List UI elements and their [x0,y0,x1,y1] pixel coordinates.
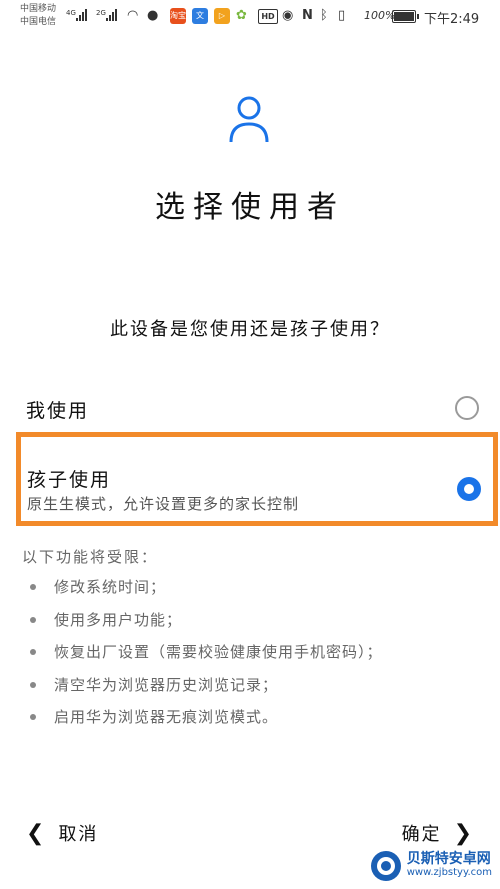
watermark-name: 贝斯特安卓网 [406,851,491,867]
taobao-app-icon: 淘宝 [170,8,186,24]
wechat-icon: ● [147,8,159,23]
carrier-1: 中国移动 [20,4,57,14]
list-item: 清空华为浏览器历史浏览记录； [28,674,383,707]
watermark-logo-icon [370,851,401,881]
option-me-radio[interactable] [455,396,479,420]
eye-icon: ◉ [282,8,294,23]
network-type-1: 4G [66,9,76,17]
signal-icon-2 [106,9,117,21]
list-item: 启用华为浏览器无痕浏览模式。 [28,706,383,739]
restrictions-list: 修改系统时间； 使用多用户功能； 恢复出厂设置（需要校验健康使用手机密码）； 清… [28,576,383,739]
wen-app-icon: 文 [192,8,208,24]
option-me[interactable]: 我使用 [18,390,500,430]
play-app-icon: ▷ [214,8,230,24]
hd-icon: HD [258,9,278,24]
user-icon [229,96,269,143]
option-child-label: 孩子使用 [27,469,112,491]
vibrate-icon: ▯ [338,8,346,23]
chevron-left-icon: ❮ [26,820,47,846]
wifi-icon: ◠ [127,8,139,23]
cancel-label: 取消 [58,824,99,845]
list-item: 恢复出厂设置（需要校验健康使用手机密码）； [28,641,383,674]
page-title: 选择使用者 [155,190,345,225]
question-text: 此设备是您使用还是孩子使用？ [110,319,390,340]
status-bar: 中国移动 中国电信 4G 2G ◠ ● 淘宝 文 ▷ ✿ HD ◉ N ᛒ ▯ … [0,0,500,34]
android-icon: ✿ [236,8,247,23]
battery-percent: 100% [364,9,396,22]
nfc-icon: N [302,8,313,23]
confirm-label: 确定 [401,824,442,845]
chevron-right-icon: ❯ [453,820,474,846]
option-child-description: 原生生模式，允许设置更多的家长控制 [27,495,300,513]
list-item: 使用多用户功能； [28,609,383,642]
battery-fill [394,12,414,21]
cancel-button[interactable]: ❮ 取消 [26,818,98,848]
watermark: 贝斯特安卓网 www.zjbstyy.com [369,849,492,883]
battery-icon [392,10,419,23]
carrier-2: 中国电信 [20,17,57,27]
option-child[interactable]: 孩子使用 原生生模式，允许设置更多的家长控制 [16,432,498,526]
list-item: 修改系统时间； [28,576,383,609]
confirm-button[interactable]: 确定 ❯ [402,818,474,848]
network-type-2: 2G [96,9,106,17]
status-time: 下午2:49 [424,12,480,27]
signal-icon-1 [76,9,87,21]
option-child-radio[interactable] [457,477,481,501]
option-me-label: 我使用 [26,400,90,422]
bluetooth-icon: ᛒ [320,8,328,23]
watermark-url: www.zjbstyy.com [406,867,492,878]
restrictions-title: 以下功能将受限： [22,548,159,566]
